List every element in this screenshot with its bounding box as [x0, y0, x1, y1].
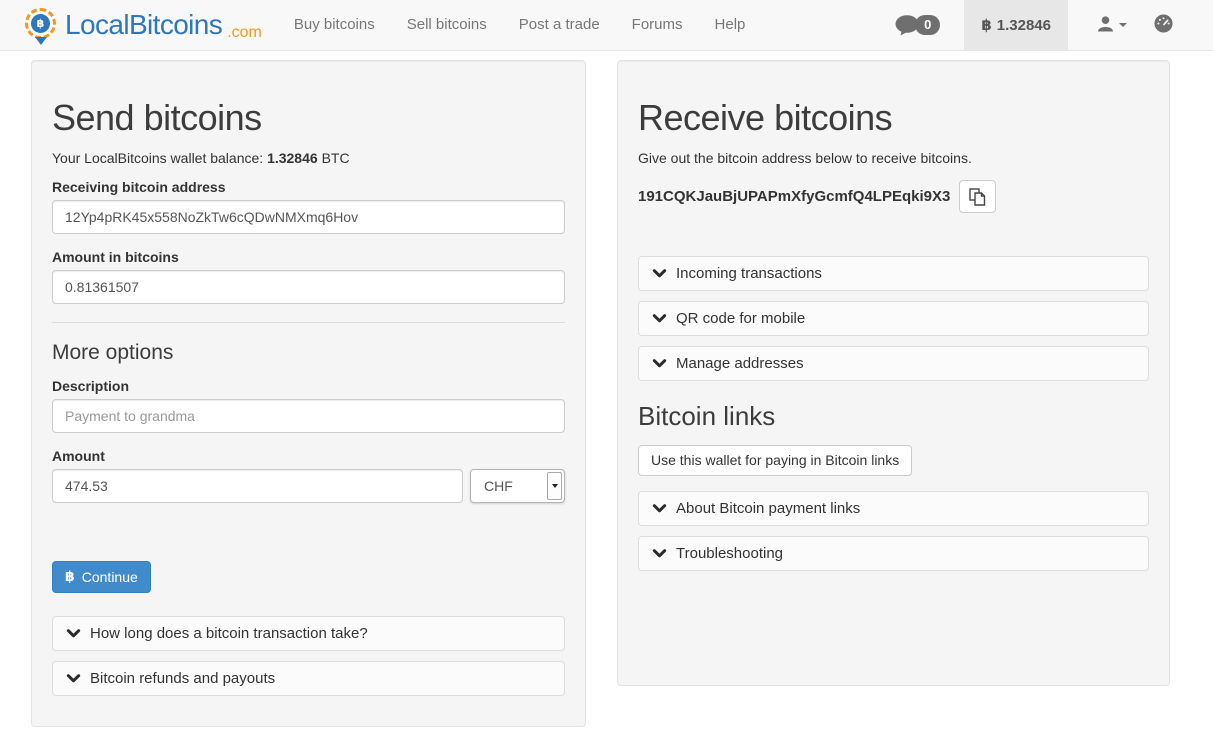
- description-label: Description: [52, 378, 565, 394]
- chevron-down-icon: [652, 356, 667, 371]
- btc-icon: ฿: [981, 16, 991, 34]
- receive-bitcoins-panel: Receive bitcoins Give out the bitcoin ad…: [617, 60, 1170, 686]
- copy-icon: [969, 188, 986, 206]
- accordion-about-payment-links[interactable]: About Bitcoin payment links: [638, 491, 1149, 526]
- localbitcoins-logo[interactable]: ฿ LocalBitcoins .com: [25, 6, 262, 45]
- use-wallet-bitcoin-links-button[interactable]: Use this wallet for paying in Bitcoin li…: [638, 445, 912, 476]
- nav-forums[interactable]: Forums: [616, 0, 699, 51]
- bitcoin-links-title: Bitcoin links: [638, 401, 1149, 432]
- user-icon: [1097, 16, 1114, 35]
- gauge-icon: [1154, 14, 1173, 36]
- btc-icon: ฿: [65, 569, 75, 585]
- nav-sell-bitcoins[interactable]: Sell bitcoins: [391, 0, 503, 51]
- wallet-balance-amount: 1.32846: [267, 150, 318, 166]
- chevron-down-icon: [66, 626, 81, 641]
- dashboard-button[interactable]: [1142, 0, 1185, 51]
- description-input[interactable]: [52, 399, 565, 433]
- bitcoin-pin-icon: ฿: [25, 8, 56, 45]
- send-title: Send bitcoins: [52, 97, 565, 139]
- accordion-qr-code[interactable]: QR code for mobile: [638, 301, 1149, 336]
- navbar: ฿ LocalBitcoins .com Buy bitcoins Sell bi…: [0, 0, 1213, 51]
- receive-accordions: Incoming transactions QR code for mobile…: [638, 256, 1149, 381]
- copy-address-button[interactable]: [959, 180, 996, 213]
- messages-button[interactable]: 0: [881, 15, 950, 36]
- receiving-address-input[interactable]: [52, 200, 565, 234]
- nav-buy-bitcoins[interactable]: Buy bitcoins: [278, 0, 391, 51]
- currency-select[interactable]: CHF: [470, 469, 565, 503]
- currency-selected: CHF: [471, 478, 513, 494]
- receive-subtitle: Give out the bitcoin address below to re…: [638, 150, 1149, 166]
- chevron-down-icon: [652, 501, 667, 516]
- amount-btc-input[interactable]: [52, 270, 565, 304]
- bitcoin-links-accordions: About Bitcoin payment links Troubleshoot…: [638, 491, 1149, 571]
- nav-help[interactable]: Help: [699, 0, 762, 51]
- chevron-down-icon: [652, 546, 667, 561]
- chevron-down-icon: [66, 671, 81, 686]
- receiving-address-label: Receiving bitcoin address: [52, 179, 565, 195]
- accordion-transaction-time[interactable]: How long does a bitcoin transaction take…: [52, 616, 565, 651]
- send-accordions: How long does a bitcoin transaction take…: [52, 616, 565, 696]
- nav-post-a-trade[interactable]: Post a trade: [503, 0, 616, 51]
- receive-address-row: 191CQKJauBjUPAPmXfyGcmfQ4LPEqki9X3: [638, 180, 1149, 213]
- chevron-down-icon: [1119, 23, 1127, 27]
- main-nav: Buy bitcoins Sell bitcoins Post a trade …: [278, 0, 762, 51]
- accordion-refunds-payouts[interactable]: Bitcoin refunds and payouts: [52, 661, 565, 696]
- accordion-incoming-transactions[interactable]: Incoming transactions: [638, 256, 1149, 291]
- logo-suffix: .com: [227, 24, 262, 42]
- wallet-balance-value: 1.32846: [997, 17, 1051, 34]
- amount-fiat-input[interactable]: [52, 469, 463, 503]
- more-options-title: More options: [52, 341, 565, 365]
- wallet-balance-nav[interactable]: ฿ 1.32846: [964, 0, 1068, 51]
- select-dropdown-icon: [547, 472, 562, 500]
- send-bitcoins-panel: Send bitcoins Your LocalBitcoins wallet …: [31, 60, 586, 727]
- continue-button[interactable]: ฿ Continue: [52, 561, 151, 593]
- chevron-down-icon: [652, 266, 667, 281]
- wallet-balance-line: Your LocalBitcoins wallet balance: 1.328…: [52, 150, 565, 166]
- logo-text: LocalBitcoins: [65, 9, 222, 41]
- amount-btc-label: Amount in bitcoins: [52, 249, 565, 265]
- accordion-manage-addresses[interactable]: Manage addresses: [638, 346, 1149, 381]
- accordion-troubleshooting[interactable]: Troubleshooting: [638, 536, 1149, 571]
- wallet-page: Send bitcoins Your LocalBitcoins wallet …: [0, 51, 1213, 749]
- receive-title: Receive bitcoins: [638, 97, 1149, 139]
- chevron-down-icon: [652, 311, 667, 326]
- divider: [52, 322, 565, 323]
- account-menu[interactable]: [1082, 0, 1142, 51]
- messages-count-badge: 0: [915, 15, 940, 35]
- navbar-right: 0 ฿ 1.32846: [881, 0, 1213, 51]
- receive-address: 191CQKJauBjUPAPmXfyGcmfQ4LPEqki9X3: [638, 188, 950, 205]
- amount-fiat-label: Amount: [52, 448, 565, 464]
